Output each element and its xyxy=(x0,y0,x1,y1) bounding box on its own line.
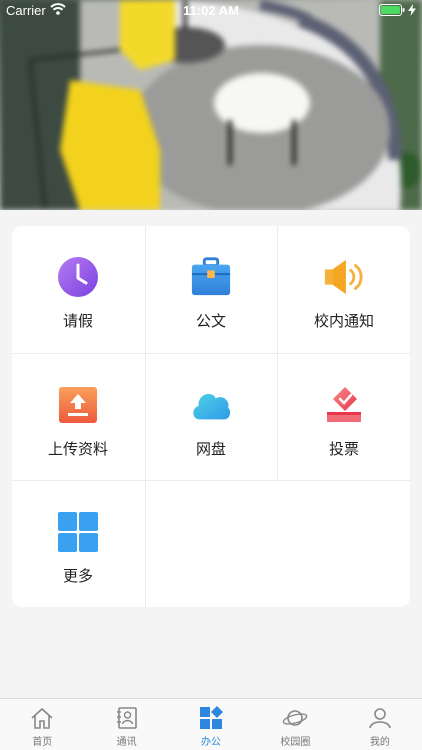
vote-icon xyxy=(323,384,365,426)
grid-item-notice[interactable]: 校内通知 xyxy=(278,226,410,353)
cloud-icon xyxy=(190,384,232,426)
grid-item-upload[interactable]: 上传资料 xyxy=(12,354,144,481)
tab-campus-circle[interactable]: 校园圈 xyxy=(253,699,337,750)
status-bar: Carrier 11:02 AM xyxy=(0,0,422,22)
office-icon xyxy=(198,705,224,731)
charging-icon xyxy=(408,4,416,19)
tab-label: 办公 xyxy=(201,737,222,748)
tab-label: 我的 xyxy=(369,737,390,748)
hero-banner-image xyxy=(0,0,422,210)
clock-icon xyxy=(57,256,99,298)
upload-icon xyxy=(57,384,99,426)
tab-label: 通讯 xyxy=(116,737,137,748)
home-icon xyxy=(29,705,55,731)
bottom-tab-bar: 首页 通讯 办公 校园圈 我的 xyxy=(0,698,422,750)
battery-indicator xyxy=(379,4,416,19)
grid-icon xyxy=(57,511,99,553)
grid-item-cloud-drive[interactable]: 网盘 xyxy=(145,354,277,481)
office-function-grid: 请假 公文 校内通知 上传资料 网盘 投票 更多 xyxy=(12,226,410,607)
tab-office[interactable]: 办公 xyxy=(169,699,253,750)
grid-item-vote[interactable]: 投票 xyxy=(278,354,410,481)
tab-label: 校园圈 xyxy=(280,737,311,748)
grid-item-label: 公文 xyxy=(195,312,226,330)
grid-item-more[interactable]: 更多 xyxy=(12,481,144,607)
grid-item-label: 投票 xyxy=(328,440,359,458)
contacts-icon xyxy=(114,705,140,731)
grid-item-label: 上传资料 xyxy=(47,440,108,458)
grid-item-label: 更多 xyxy=(62,567,93,585)
tab-contacts[interactable]: 通讯 xyxy=(84,699,168,750)
grid-item-label: 校内通知 xyxy=(313,312,374,330)
battery-icon xyxy=(379,4,405,19)
speaker-icon xyxy=(323,256,365,298)
grid-item-leave[interactable]: 请假 xyxy=(12,226,144,353)
grid-item-label: 请假 xyxy=(62,312,93,330)
grid-item-documents[interactable]: 公文 xyxy=(145,226,277,353)
grid-item-label: 网盘 xyxy=(195,440,226,458)
tab-profile[interactable]: 我的 xyxy=(338,699,422,750)
status-time: 11:02 AM xyxy=(183,3,239,18)
tab-label: 首页 xyxy=(32,737,53,748)
planet-icon xyxy=(282,705,308,731)
briefcase-icon xyxy=(190,256,232,298)
tab-home[interactable]: 首页 xyxy=(0,699,84,750)
profile-icon xyxy=(367,705,393,731)
